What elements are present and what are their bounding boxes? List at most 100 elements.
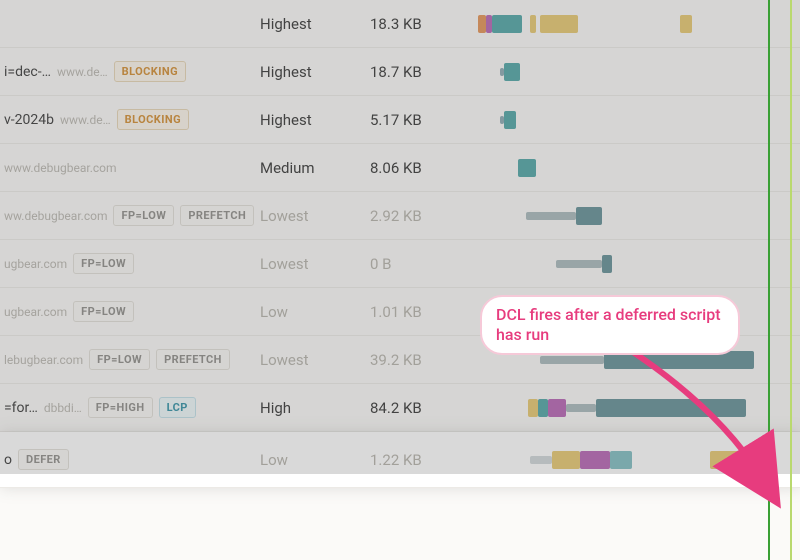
waterfall-cell[interactable] [470,384,792,431]
waterfall-cell[interactable] [470,192,792,239]
timing-segment [556,308,606,316]
size-cell: 1.01 KB [370,303,470,321]
badge-fp-low: FP=LOW [89,349,150,370]
size-cell: 8.06 KB [370,159,470,177]
waterfall-cell[interactable] [470,0,792,47]
priority-cell: Medium [260,159,370,177]
request-domain: www.de… [60,113,111,127]
request-row[interactable]: www.debugbear.com Medium8.06 KB [0,144,800,192]
request-row[interactable]: lebugbear.com FP=LOW PREFETCH Lowest39.2 KB [0,336,800,384]
request-name-cell: ww.debugbear.com FP=LOW PREFETCH [0,205,260,226]
badge-fp-low: FP=LOW [73,253,134,274]
waterfall-cell[interactable] [470,96,792,143]
request-domain: www.de… [57,65,108,79]
request-name: =for… [4,400,38,416]
timing-segment [566,404,596,412]
request-name: o [4,452,12,468]
priority-cell: Highest [260,15,370,33]
timing-segment [492,15,522,33]
priority-cell: High [260,399,370,417]
request-domain: ugbear.com [4,305,67,319]
badge-prefetch: PREFETCH [156,349,230,370]
priority-cell: Lowest [260,255,370,273]
timing-segment [552,451,580,469]
request-row[interactable]: ugbear.com FP=LOW Lowest0 B [0,240,800,288]
request-row[interactable]: Highest18.3 KB [0,0,800,48]
request-name-cell: ugbear.com FP=LOW [0,301,260,322]
timing-segment [540,15,578,33]
timing-segment [518,159,536,177]
request-name: v-2024b [4,112,54,128]
timing-segment [604,351,754,369]
timing-segment [548,399,566,417]
timing-segment [580,451,610,469]
size-cell: 18.3 KB [370,15,470,33]
priority-cell: Lowest [260,207,370,225]
timing-segment [602,255,612,273]
size-cell: 1.22 KB [370,451,470,469]
timing-segment [526,212,576,220]
request-name-cell: ugbear.com FP=LOW [0,253,260,274]
timing-segment [504,63,520,81]
request-row[interactable]: ww.debugbear.com FP=LOW PREFETCH Lowest2.92… [0,192,800,240]
request-domain: ugbear.com [4,257,67,271]
request-name-cell: v-2024b www.de… BLOCKING [0,109,260,130]
timing-segment [530,456,552,464]
waterfall-cell[interactable] [470,432,792,487]
priority-cell: Highest [260,63,370,81]
size-cell: 84.2 KB [370,399,470,417]
request-row[interactable]: =for… dbbdi… FP=HIGH LCP High84.2 KB [0,384,800,432]
timing-segment [606,303,642,321]
waterfall-cell[interactable] [470,288,792,335]
request-domain: ww.debugbear.com [4,209,107,223]
request-row[interactable]: ugbear.com FP=LOW Low1.01 KB [0,288,800,336]
badge-fp-low: FP=LOW [73,301,134,322]
waterfall-cell[interactable] [470,240,792,287]
timing-segment [530,15,536,33]
timing-segment [680,15,692,33]
badge-fp-low: FP=LOW [113,205,174,226]
timing-segment [528,399,538,417]
size-cell: 39.2 KB [370,351,470,369]
badge-defer: DEFER [18,449,69,470]
request-name-cell: o DEFER [0,449,260,470]
waterfall-cell[interactable] [470,144,792,191]
priority-cell: Highest [260,111,370,129]
network-waterfall-panel: Highest18.3 KBi=dec-…www.de…BLOCKINGHigh… [0,0,800,560]
badge-prefetch: PREFETCH [180,205,254,226]
timing-segment [538,399,548,417]
request-domain: lebugbear.com [4,353,83,367]
size-cell: 18.7 KB [370,63,470,81]
priority-cell: Lowest [260,351,370,369]
size-cell: 2.92 KB [370,207,470,225]
timing-segment [504,111,516,129]
request-row[interactable]: v-2024b www.de… BLOCKING Highest5.17 KB [0,96,800,144]
badge-lcp: LCP [159,397,196,418]
timing-segment [540,356,604,364]
priority-cell: Low [260,303,370,321]
request-name-cell: i=dec-… www.de… BLOCKING [0,61,260,82]
request-name-cell: =for… dbbdi… FP=HIGH LCP [0,397,260,418]
request-row[interactable]: i=dec-… www.de… BLOCKING Highest18.7 KB [0,48,800,96]
timing-segment [478,15,486,33]
waterfall-cell[interactable] [470,336,792,383]
timing-segment [710,451,744,469]
waterfall-cell[interactable] [470,48,792,95]
timing-segment [610,451,632,469]
timing-segment [556,260,602,268]
request-row[interactable]: o DEFER Low1.22 KB [0,432,800,488]
request-rows: Highest18.3 KBi=dec-…www.de…BLOCKINGHigh… [0,0,800,488]
priority-cell: Low [260,451,370,469]
badge-blocking: BLOCKING [114,61,186,82]
request-name-cell: www.debugbear.com [0,161,260,175]
timing-segment [596,399,746,417]
timing-segment [576,207,602,225]
badge-fp-high: FP=HIGH [88,397,153,418]
badge-blocking: BLOCKING [117,109,189,130]
request-domain: dbbdi… [44,401,82,415]
request-name: i=dec-… [4,64,51,80]
size-cell: 0 B [370,255,470,273]
request-domain: www.debugbear.com [4,161,117,175]
size-cell: 5.17 KB [370,111,470,129]
request-name-cell: lebugbear.com FP=LOW PREFETCH [0,349,260,370]
